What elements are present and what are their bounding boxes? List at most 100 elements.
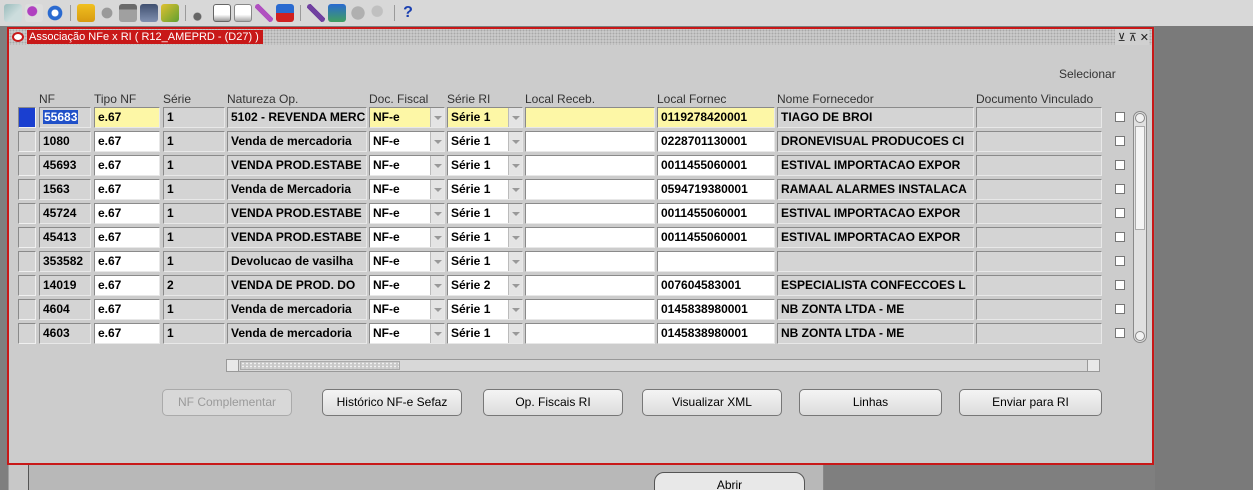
close-form-icon[interactable] <box>140 4 158 22</box>
find-icon[interactable] <box>25 4 43 22</box>
table-row[interactable]: 45693 e.67 1 VENDA PROD.ESTABE NF-e Série 1 00… <box>9 155 1129 177</box>
scroll-right-icon[interactable] <box>1087 360 1099 371</box>
minimize-icon[interactable]: ⊻ <box>1118 31 1126 44</box>
selecionar-checkbox[interactable] <box>1115 232 1125 242</box>
select-serie-ri[interactable]: Série 1 <box>447 227 523 248</box>
input-local-fornec[interactable]: 0119278420001 <box>657 107 775 128</box>
selecionar-checkbox[interactable] <box>1115 208 1125 218</box>
select-doc-fiscal[interactable]: NF-e <box>369 227 445 248</box>
input-local-receb[interactable] <box>525 155 655 176</box>
record-indicator[interactable] <box>18 203 36 224</box>
scroll-down-icon[interactable] <box>1135 331 1145 341</box>
input-local-receb[interactable] <box>525 203 655 224</box>
select-doc-fiscal[interactable]: NF-e <box>369 323 445 344</box>
chevron-down-icon[interactable] <box>430 108 444 127</box>
chevron-down-icon[interactable] <box>430 324 444 343</box>
chevron-down-icon[interactable] <box>508 204 522 223</box>
select-serie-ri[interactable]: Série 1 <box>447 323 523 344</box>
chevron-down-icon[interactable] <box>508 180 522 199</box>
select-doc-fiscal[interactable]: NF-e <box>369 131 445 152</box>
table-row[interactable]: 55683 e.67 1 5102 - REVENDA MERC NF-e Série 1… <box>9 107 1129 129</box>
select-doc-fiscal[interactable]: NF-e <box>369 179 445 200</box>
record-indicator[interactable] <box>18 179 36 200</box>
select-serie-ri[interactable]: Série 1 <box>447 107 523 128</box>
select-doc-fiscal[interactable]: NF-e <box>369 107 445 128</box>
chevron-down-icon[interactable] <box>430 180 444 199</box>
cell-tipo-nf[interactable]: e.67 <box>94 179 160 200</box>
cell-tipo-nf[interactable]: e.67 <box>94 155 160 176</box>
input-local-receb[interactable] <box>525 323 655 344</box>
record-indicator[interactable] <box>18 107 36 128</box>
table-row[interactable]: 353582 e.67 1 Devolucao de vasilha NF-e Série… <box>9 251 1129 273</box>
chevron-down-icon[interactable] <box>430 228 444 247</box>
maximize-icon[interactable]: ⊼ <box>1129 31 1137 44</box>
cell-tipo-nf[interactable]: e.67 <box>94 227 160 248</box>
selecionar-checkbox[interactable] <box>1115 304 1125 314</box>
select-doc-fiscal[interactable]: NF-e <box>369 299 445 320</box>
input-local-receb[interactable] <box>525 251 655 272</box>
record-indicator[interactable] <box>18 227 36 248</box>
select-serie-ri[interactable]: Série 1 <box>447 179 523 200</box>
chevron-down-icon[interactable] <box>430 156 444 175</box>
attachments-icon[interactable] <box>161 4 179 22</box>
input-local-receb[interactable] <box>525 275 655 296</box>
zoom-icon[interactable] <box>370 4 388 22</box>
globe-icon[interactable] <box>328 4 346 22</box>
cell-tipo-nf[interactable]: e.67 <box>94 203 160 224</box>
select-doc-fiscal[interactable]: NF-e <box>369 203 445 224</box>
selecionar-checkbox[interactable] <box>1115 136 1125 146</box>
input-local-fornec[interactable]: 0011455060001 <box>657 227 775 248</box>
input-local-fornec[interactable]: 007604583001 <box>657 275 775 296</box>
select-serie-ri[interactable]: Série 1 <box>447 203 523 224</box>
select-serie-ri[interactable]: Série 2 <box>447 275 523 296</box>
close-icon[interactable]: ✕ <box>1140 31 1149 44</box>
input-local-fornec[interactable]: 0145838980001 <box>657 323 775 344</box>
record-indicator[interactable] <box>18 251 36 272</box>
record-indicator[interactable] <box>18 155 36 176</box>
table-row[interactable]: 14019 e.67 2 VENDA DE PROD. DO NF-e Série 2 00… <box>9 275 1129 297</box>
chevron-down-icon[interactable] <box>430 276 444 295</box>
input-local-receb[interactable] <box>525 179 655 200</box>
help-icon[interactable]: ? <box>401 4 415 22</box>
select-doc-fiscal[interactable]: NF-e <box>369 251 445 272</box>
input-local-receb[interactable] <box>525 299 655 320</box>
input-local-receb[interactable] <box>525 131 655 152</box>
scroll-thumb[interactable] <box>240 361 400 370</box>
chevron-down-icon[interactable] <box>508 252 522 271</box>
chevron-down-icon[interactable] <box>430 300 444 319</box>
enviar-para-ri-button[interactable]: Enviar para RI <box>959 389 1102 416</box>
scroll-up-icon[interactable] <box>1135 113 1145 123</box>
navigator-icon[interactable] <box>46 4 64 22</box>
selecionar-checkbox[interactable] <box>1115 328 1125 338</box>
input-local-fornec[interactable]: 0228701130001 <box>657 131 775 152</box>
selecionar-checkbox[interactable] <box>1115 112 1125 122</box>
folder-tools-icon[interactable] <box>307 4 325 22</box>
chevron-down-icon[interactable] <box>508 132 522 151</box>
cell-tipo-nf[interactable]: e.67 <box>94 275 160 296</box>
scroll-thumb[interactable] <box>1135 126 1145 230</box>
chevron-down-icon[interactable] <box>508 300 522 319</box>
table-row[interactable]: 1563 e.67 1 Venda de Mercadoria NF-e Série 1 0… <box>9 179 1129 201</box>
copy-icon[interactable] <box>213 4 231 22</box>
vertical-scrollbar[interactable] <box>1133 111 1147 343</box>
paste-icon[interactable] <box>234 4 252 22</box>
cell-tipo-nf[interactable]: e.67 <box>94 131 160 152</box>
visualizar-xml-button[interactable]: Visualizar XML <box>642 389 782 416</box>
chevron-down-icon[interactable] <box>508 228 522 247</box>
select-serie-ri[interactable]: Série 1 <box>447 251 523 272</box>
table-row[interactable]: 4603 e.67 1 Venda de mercadoria NF-e Série 1 0… <box>9 323 1129 345</box>
input-local-receb[interactable] <box>525 107 655 128</box>
selecionar-checkbox[interactable] <box>1115 160 1125 170</box>
selecionar-checkbox[interactable] <box>1115 184 1125 194</box>
record-indicator[interactable] <box>18 299 36 320</box>
scroll-left-icon[interactable] <box>227 360 239 371</box>
window-titlebar[interactable]: Associação NFe x RI ( R12_AMEPRD - (D27)… <box>9 29 1152 45</box>
open-folder-icon[interactable] <box>77 4 95 22</box>
table-row[interactable]: 45413 e.67 1 VENDA PROD.ESTABE NF-e Série 1 00… <box>9 227 1129 249</box>
chevron-down-icon[interactable] <box>430 132 444 151</box>
record-indicator[interactable] <box>18 275 36 296</box>
record-indicator[interactable] <box>18 323 36 344</box>
input-local-fornec[interactable] <box>657 251 775 272</box>
print-icon[interactable] <box>119 4 137 22</box>
historico-nfe-sefaz-button[interactable]: Histórico NF-e Sefaz <box>322 389 462 416</box>
